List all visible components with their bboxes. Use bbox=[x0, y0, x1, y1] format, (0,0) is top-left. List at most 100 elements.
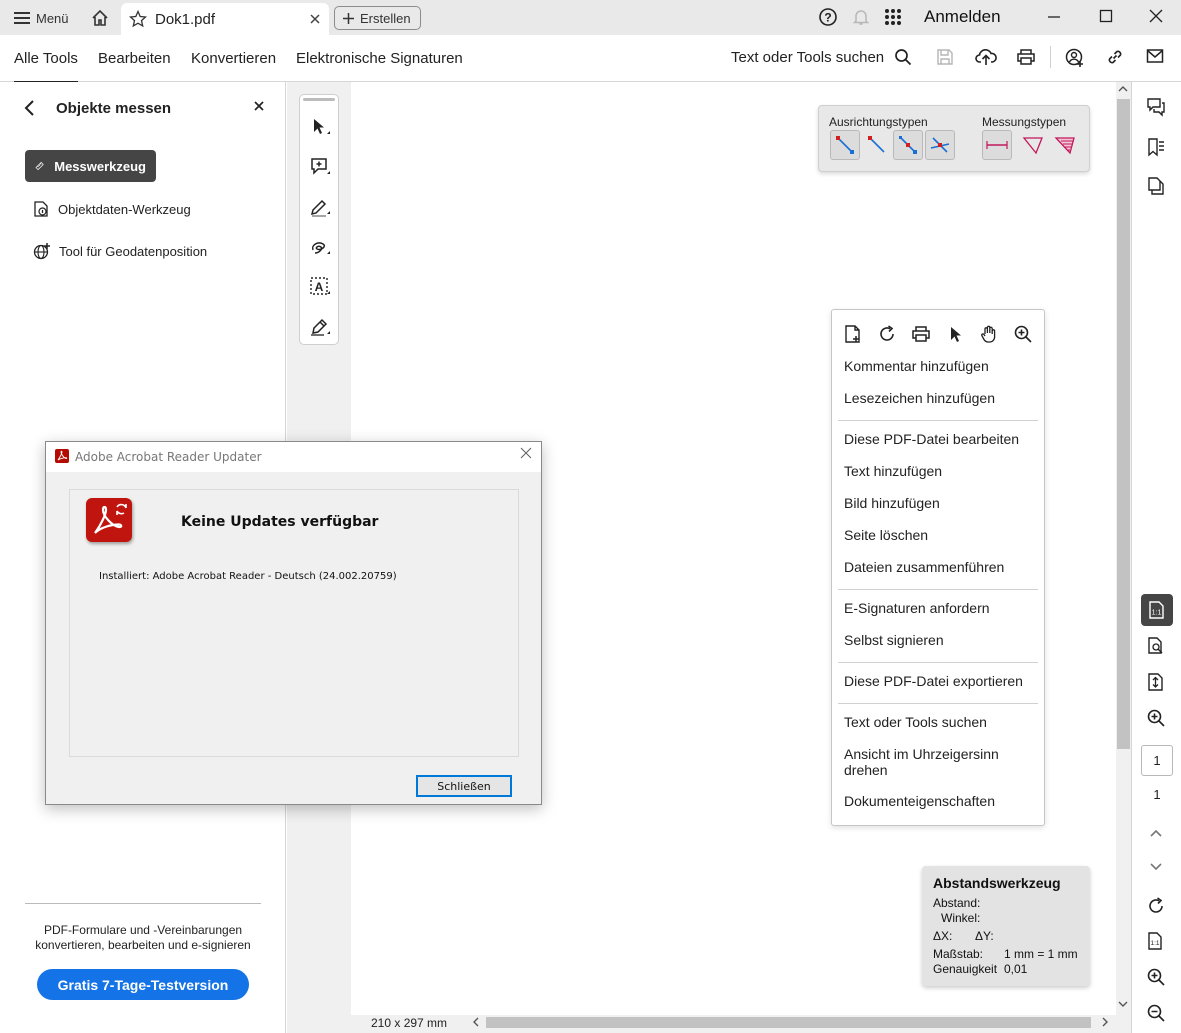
save-icon[interactable] bbox=[936, 48, 954, 66]
zoom-in-icon[interactable] bbox=[1013, 324, 1033, 344]
promo-text: PDF-Formulare und -Vereinbarungen konver… bbox=[25, 923, 261, 953]
tab-e-signatures[interactable]: Elektronische Signaturen bbox=[296, 50, 463, 67]
email-icon[interactable] bbox=[1146, 48, 1164, 64]
maximize-icon[interactable] bbox=[1098, 8, 1114, 24]
highlight-pen-icon[interactable] bbox=[309, 196, 331, 218]
home-icon bbox=[92, 9, 108, 26]
tab-edit[interactable]: Bearbeiten bbox=[98, 50, 171, 67]
menu-item-self-sign[interactable]: Selbst signieren bbox=[844, 632, 1034, 648]
zoom-in-icon[interactable] bbox=[1146, 967, 1166, 987]
page-scroll-icon[interactable] bbox=[1146, 672, 1166, 692]
new-document-icon[interactable] bbox=[843, 324, 863, 344]
vertical-scroll-thumb[interactable] bbox=[1117, 99, 1130, 749]
scroll-down-arrow-icon[interactable] bbox=[1118, 1000, 1128, 1008]
home-button[interactable] bbox=[86, 5, 114, 31]
measure-tool-item[interactable]: Messwerkzeug bbox=[25, 150, 156, 182]
delta-x-label: ΔX: bbox=[933, 929, 953, 943]
menu-item-combine-files[interactable]: Dateien zusammenführen bbox=[844, 559, 1034, 575]
page-view-button[interactable]: 1:1 bbox=[1141, 594, 1173, 626]
free-trial-button[interactable]: Gratis 7-Tage-Testversion bbox=[37, 969, 249, 1000]
select-cursor-icon[interactable] bbox=[309, 116, 331, 138]
tab-all-tools[interactable]: Alle Tools bbox=[14, 50, 78, 83]
align-free-button[interactable] bbox=[830, 130, 860, 160]
signin-button[interactable]: Anmelden bbox=[924, 7, 1001, 27]
apps-grid-icon[interactable] bbox=[884, 8, 902, 26]
draw-freehand-icon[interactable] bbox=[309, 236, 331, 258]
sign-pen-icon[interactable] bbox=[309, 316, 331, 338]
link-icon[interactable] bbox=[1106, 48, 1124, 66]
quick-tools-drag-handle[interactable] bbox=[303, 98, 335, 101]
tab-convert[interactable]: Konvertieren bbox=[191, 50, 276, 67]
window-close-icon[interactable] bbox=[1148, 8, 1164, 24]
create-button[interactable]: Erstellen bbox=[334, 6, 421, 30]
geo-location-tool-item[interactable]: Tool für Geodatenposition bbox=[33, 242, 207, 260]
pages-icon[interactable] bbox=[1146, 176, 1166, 196]
star-icon[interactable] bbox=[129, 10, 147, 28]
menu-item-export-pdf[interactable]: Diese PDF-Datei exportieren bbox=[844, 673, 1034, 689]
document-tab[interactable]: Dok1.pdf bbox=[121, 3, 329, 35]
back-arrow-icon[interactable] bbox=[22, 99, 38, 117]
dialog-close-button[interactable]: Schließen bbox=[416, 775, 512, 797]
panel-title: Objekte messen bbox=[56, 100, 172, 117]
menu-item-rotate-view[interactable]: Ansicht im Uhrzeigersinn drehen bbox=[844, 746, 1014, 778]
precision-value: 0,01 bbox=[1004, 962, 1028, 976]
horizontal-scroll-thumb[interactable] bbox=[486, 1017, 1091, 1028]
rotate-view-icon[interactable] bbox=[1146, 896, 1166, 916]
minimize-icon[interactable] bbox=[1046, 8, 1062, 24]
area-type-button[interactable] bbox=[1050, 130, 1080, 160]
rotate-icon[interactable] bbox=[877, 324, 897, 344]
cloud-upload-icon[interactable] bbox=[975, 48, 997, 66]
menu-item-delete-page[interactable]: Seite löschen bbox=[844, 527, 1034, 543]
print-icon[interactable] bbox=[1016, 48, 1036, 66]
menu-item-add-comment[interactable]: Kommentar hinzufügen bbox=[844, 358, 1034, 374]
align-endpoint-button[interactable] bbox=[862, 130, 892, 160]
object-data-tool-item[interactable]: Objektdaten-Werkzeug bbox=[33, 200, 191, 218]
panel-close-button[interactable] bbox=[253, 100, 265, 112]
scroll-right-arrow-icon[interactable] bbox=[1101, 1015, 1109, 1029]
next-page-icon[interactable] bbox=[1146, 860, 1166, 874]
actual-size-icon[interactable]: 1:1 bbox=[1146, 931, 1166, 951]
menu-separator bbox=[838, 420, 1038, 421]
menu-item-search-tools[interactable]: Text oder Tools suchen bbox=[844, 714, 1034, 730]
dialog-heading: Keine Updates verfügbar bbox=[181, 514, 379, 530]
print-icon[interactable] bbox=[911, 324, 931, 344]
menu-separator bbox=[838, 703, 1038, 704]
area-icon bbox=[1054, 137, 1075, 155]
menu-item-edit-pdf[interactable]: Diese PDF-Datei bearbeiten bbox=[844, 431, 1034, 447]
bookmarks-icon[interactable] bbox=[1146, 137, 1166, 157]
align-endpoint-icon bbox=[868, 136, 885, 153]
menu-item-add-bookmark[interactable]: Lesezeichen hinzufügen bbox=[844, 390, 1034, 406]
share-user-icon[interactable] bbox=[1065, 48, 1085, 68]
menu-button[interactable]: Menü bbox=[6, 5, 77, 31]
menu-item-add-image[interactable]: Bild hinzufügen bbox=[844, 495, 1034, 511]
select-cursor-icon[interactable] bbox=[945, 324, 965, 344]
zoom-out-icon[interactable] bbox=[1146, 1003, 1166, 1023]
bell-icon[interactable] bbox=[851, 7, 871, 27]
scroll-left-arrow-icon[interactable] bbox=[472, 1015, 480, 1029]
precision-label: Genauigkeit bbox=[933, 962, 998, 976]
zoom-in-icon[interactable] bbox=[1146, 708, 1166, 728]
search-tools-button[interactable]: Text oder Tools suchen bbox=[731, 48, 912, 66]
dialog-close-icon[interactable] bbox=[519, 446, 533, 460]
close-icon bbox=[254, 101, 264, 111]
comments-icon[interactable] bbox=[1146, 97, 1166, 117]
close-tab-icon[interactable] bbox=[309, 13, 321, 25]
previous-page-icon[interactable] bbox=[1146, 826, 1166, 840]
delta-y-label: ΔY: bbox=[975, 929, 994, 943]
distance-type-button[interactable] bbox=[982, 130, 1012, 160]
align-intersection-button[interactable] bbox=[925, 130, 955, 160]
text-box-icon[interactable]: A bbox=[309, 276, 331, 298]
perimeter-type-button[interactable] bbox=[1018, 130, 1048, 160]
page-number-input[interactable]: 1 bbox=[1141, 745, 1173, 776]
installed-version-text: Installiert: Adobe Acrobat Reader - Deut… bbox=[99, 571, 397, 582]
menu-item-document-properties[interactable]: Dokumenteigenschaften bbox=[844, 793, 1034, 809]
hand-icon[interactable] bbox=[979, 324, 999, 344]
menu-item-add-text[interactable]: Text hinzufügen bbox=[844, 463, 1034, 479]
help-icon[interactable]: ? bbox=[818, 7, 838, 27]
scroll-up-arrow-icon[interactable] bbox=[1118, 85, 1128, 93]
menu-item-request-esign[interactable]: E-Signaturen anfordern bbox=[844, 600, 1034, 616]
scale-label: Maßstab: bbox=[933, 947, 984, 961]
align-path-button[interactable] bbox=[893, 130, 923, 160]
search-page-icon[interactable] bbox=[1146, 636, 1166, 656]
add-comment-icon[interactable] bbox=[309, 156, 331, 178]
